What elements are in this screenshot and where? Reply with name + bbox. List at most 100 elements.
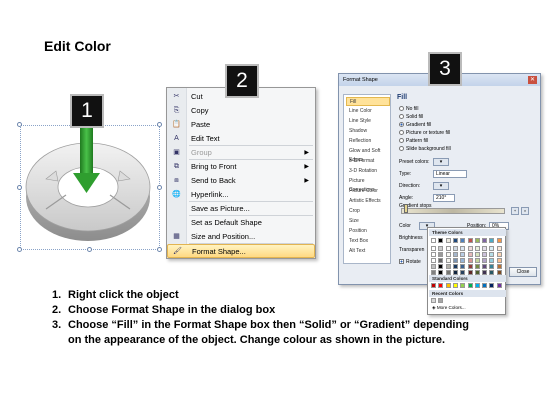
color-swatch[interactable] <box>460 258 466 263</box>
remove-stop-button[interactable]: × <box>521 207 529 215</box>
color-swatch[interactable] <box>460 264 466 269</box>
nav-item-3-d-rotation[interactable]: 3-D Rotation <box>346 167 390 176</box>
radio-button[interactable] <box>399 114 404 120</box>
gradient-stop-handle[interactable] <box>404 204 408 213</box>
fill-option-pattern-fill[interactable]: Pattern fill <box>399 138 428 145</box>
radio-button[interactable] <box>399 138 404 144</box>
color-swatch[interactable] <box>467 258 473 263</box>
nav-item-fill[interactable]: Fill <box>346 97 390 106</box>
menu-item-size-and-position[interactable]: ▦ Size and Position... <box>167 230 315 244</box>
close-icon[interactable]: ✕ <box>528 76 537 84</box>
nav-item-position[interactable]: Position <box>346 227 390 236</box>
color-swatch[interactable] <box>489 252 495 257</box>
nav-item-glow-and-soft-edges[interactable]: Glow and Soft Edges <box>346 147 390 163</box>
color-swatch[interactable] <box>438 252 444 257</box>
nav-item-size[interactable]: Size <box>346 217 390 226</box>
nav-item-3-d-format[interactable]: 3-D Format <box>346 157 390 166</box>
color-swatch[interactable] <box>452 258 458 263</box>
radio-button[interactable] <box>399 122 404 128</box>
color-swatch[interactable] <box>496 252 502 257</box>
fill-option-gradient-fill[interactable]: Gradient fill <box>399 122 431 129</box>
menu-item-send-to-back[interactable]: ⧈ Send to Back ▶ <box>167 174 315 188</box>
menu-item-bring-to-front[interactable]: ⧉ Bring to Front ▶ <box>167 160 315 174</box>
color-swatch[interactable] <box>460 238 466 243</box>
color-swatch[interactable] <box>452 283 458 288</box>
color-swatch[interactable] <box>460 283 466 288</box>
color-swatch[interactable] <box>489 246 495 251</box>
nav-item-line-style[interactable]: Line Style <box>346 117 390 126</box>
color-swatch[interactable] <box>445 258 451 263</box>
preset-colors-dropdown[interactable]: ▾ <box>433 158 449 166</box>
color-swatch[interactable] <box>482 258 488 263</box>
color-swatch[interactable] <box>460 252 466 257</box>
color-swatch[interactable] <box>431 298 436 303</box>
color-swatch[interactable] <box>445 264 451 269</box>
color-swatch[interactable] <box>467 283 473 288</box>
color-swatch[interactable] <box>474 238 480 243</box>
gradient-stops-bar[interactable] <box>401 208 505 214</box>
color-swatch[interactable] <box>438 238 444 243</box>
color-swatch[interactable] <box>489 264 495 269</box>
menu-item-set-as-default-shape[interactable]: Set as Default Shape <box>167 216 315 230</box>
menu-item-copy[interactable]: ⎘ Copy <box>167 104 315 118</box>
add-stop-button[interactable]: + <box>511 207 519 215</box>
nav-item-picture-corrections[interactable]: Picture Corrections <box>346 177 390 193</box>
rotate-checkbox[interactable] <box>399 259 404 265</box>
color-swatch[interactable] <box>467 252 473 257</box>
color-swatch[interactable] <box>431 246 436 251</box>
color-swatch[interactable] <box>496 238 502 243</box>
color-swatch[interactable] <box>474 264 480 269</box>
color-swatch[interactable] <box>431 238 436 243</box>
color-swatch[interactable] <box>438 264 444 269</box>
color-swatch[interactable] <box>496 258 502 263</box>
color-swatch[interactable] <box>482 252 488 257</box>
color-swatch[interactable] <box>445 252 451 257</box>
fill-option-slide-background-fill[interactable]: Slide background fill <box>399 146 451 153</box>
color-swatch[interactable] <box>445 246 451 251</box>
color-swatch[interactable] <box>467 246 473 251</box>
color-swatch[interactable] <box>496 246 502 251</box>
menu-item-paste[interactable]: 📋 Paste <box>167 118 315 132</box>
color-swatch[interactable] <box>452 246 458 251</box>
fill-option-picture-or-texture-fill[interactable]: Picture or texture fill <box>399 130 450 137</box>
color-swatch[interactable] <box>445 283 451 288</box>
fill-option-no-fill[interactable]: No fill <box>399 106 419 113</box>
color-swatch[interactable] <box>489 238 495 243</box>
color-swatch[interactable] <box>482 283 488 288</box>
color-swatch[interactable] <box>452 264 458 269</box>
color-swatch[interactable] <box>460 246 466 251</box>
color-swatch[interactable] <box>438 298 444 303</box>
more-colors-link[interactable]: ◈ More Colors... <box>432 304 466 311</box>
menu-item-edit-text[interactable]: A Edit Text <box>167 132 315 146</box>
color-swatch[interactable] <box>445 238 451 243</box>
color-swatch[interactable] <box>467 238 473 243</box>
color-swatch[interactable] <box>438 283 444 288</box>
color-swatch[interactable] <box>474 258 480 263</box>
selected-shape[interactable] <box>17 122 162 252</box>
color-swatch[interactable] <box>489 283 495 288</box>
nav-item-reflection[interactable]: Reflection <box>346 137 390 146</box>
radio-button[interactable] <box>399 130 404 136</box>
menu-item-hyperlink[interactable]: 🌐 Hyperlink... <box>167 188 315 202</box>
color-swatch[interactable] <box>452 238 458 243</box>
nav-item-alt-text[interactable]: Alt Text <box>346 247 390 256</box>
nav-item-line-color[interactable]: Line Color <box>346 107 390 116</box>
direction-dropdown[interactable]: ▾ <box>433 182 449 190</box>
type-select[interactable]: Linear <box>433 170 467 178</box>
close-button[interactable]: Close <box>509 267 537 277</box>
color-swatch[interactable] <box>496 283 502 288</box>
angle-input[interactable]: 210° <box>433 194 455 202</box>
nav-item-crop[interactable]: Crop <box>346 207 390 216</box>
color-swatch[interactable] <box>431 283 436 288</box>
color-swatch[interactable] <box>431 264 436 269</box>
color-swatch[interactable] <box>474 283 480 288</box>
color-swatch[interactable] <box>482 246 488 251</box>
color-swatch[interactable] <box>431 258 436 263</box>
color-swatch[interactable] <box>474 252 480 257</box>
nav-item-text-box[interactable]: Text Box <box>346 237 390 246</box>
menu-item-format-shape[interactable]: 🖌 Format Shape... <box>167 244 315 258</box>
color-swatch[interactable] <box>431 252 436 257</box>
radio-button[interactable] <box>399 146 404 152</box>
fill-option-solid-fill[interactable]: Solid fill <box>399 114 423 121</box>
color-swatch[interactable] <box>438 246 444 251</box>
